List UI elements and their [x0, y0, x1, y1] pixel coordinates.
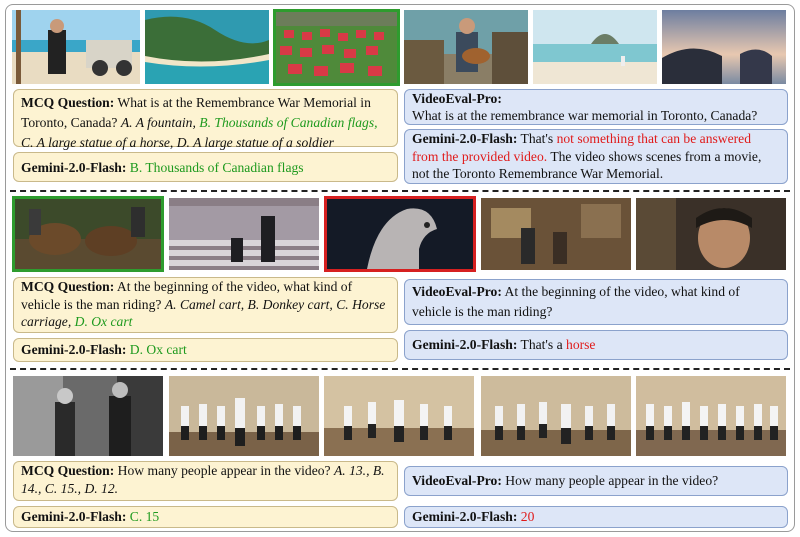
mcq-option-d-correct: D. Ox cart: [74, 314, 133, 329]
frame-beach-man-cart: [12, 10, 140, 84]
gemini-label: Gemini-2.0-Flash:: [21, 342, 127, 357]
gemini-label: Gemini-2.0-Flash:: [412, 337, 518, 352]
frame-tropical-beach: [533, 10, 657, 84]
gemini-mcq-answer-box-1: Gemini-2.0-Flash: B. Thousands of Canadi…: [13, 152, 398, 182]
frame-palace-stairs: [169, 198, 319, 270]
frame-sunset-islands: [662, 10, 786, 84]
mcq-label: MCQ Question:: [21, 95, 115, 110]
frame-ox-cart: [12, 196, 164, 272]
mcq-option-a: A. A fountain,: [120, 115, 196, 130]
mcq-question-text: How many people appear in the video?: [117, 463, 331, 478]
gemini-label: Gemini-2.0-Flash:: [21, 509, 127, 524]
frame-man-closeup: [636, 198, 786, 270]
mcq-question-box-3: MCQ Question: How many people appear in …: [13, 461, 398, 501]
gemini-mcq-answer: D. Ox cart: [129, 342, 187, 357]
frame-interior-scene: [481, 198, 631, 270]
mcq-question-box-1: MCQ Question: What is at the Remembrance…: [13, 89, 398, 150]
frame-dancers-4: [636, 376, 786, 456]
gemini-open-prefix: That's a: [520, 337, 563, 352]
gemini-mcq-answer: B. Thousands of Canadian flags: [129, 160, 304, 175]
gemini-mcq-answer-box-2: Gemini-2.0-Flash: D. Ox cart: [13, 338, 398, 362]
gemini-label: Gemini-2.0-Flash:: [412, 131, 518, 146]
videoeval-question-text: How many people appear in the video?: [505, 473, 719, 488]
videoeval-question-box-1: VideoEval-Pro: What is at the remembranc…: [404, 89, 788, 125]
frame-dancers-1: [169, 376, 319, 456]
mcq-options-cd: C. A large statue of a horse, D. A large…: [21, 135, 334, 150]
videoeval-question-box-3: VideoEval-Pro: How many people appear in…: [404, 466, 788, 496]
gemini-mcq-answer-box-3: Gemini-2.0-Flash: C. 15: [13, 506, 398, 528]
gemini-open-answer-box-2: Gemini-2.0-Flash: That's a horse: [404, 330, 788, 360]
frame-bw-couple: [13, 376, 163, 456]
gemini-open-error: horse: [566, 337, 596, 352]
videoeval-question-text: What is at the remembrance war memorial …: [412, 108, 758, 123]
gemini-open-prefix: That's: [520, 131, 554, 146]
frame-horse: [324, 196, 476, 272]
frame-dancers-2: [324, 376, 474, 456]
videoeval-label: VideoEval-Pro:: [412, 91, 502, 106]
mcq-option-b-correct: B. Thousands of Canadian flags,: [199, 115, 378, 130]
mcq-label: MCQ Question:: [21, 463, 115, 478]
frame-canadian-flags: [273, 9, 400, 86]
frame-dancers-3: [481, 376, 631, 456]
mcq-question-box-2: MCQ Question: At the beginning of the vi…: [13, 277, 398, 333]
mcq-label: MCQ Question:: [21, 279, 115, 294]
videoeval-question-box-2: VideoEval-Pro: At the beginning of the v…: [404, 279, 788, 325]
separator-1: [10, 190, 790, 192]
videoeval-label: VideoEval-Pro:: [412, 284, 502, 299]
videoeval-label: VideoEval-Pro:: [412, 473, 502, 488]
gemini-label: Gemini-2.0-Flash:: [412, 509, 518, 524]
separator-2: [10, 368, 790, 370]
gemini-mcq-answer: C. 15: [129, 509, 160, 524]
gemini-open-answer: 20: [520, 509, 535, 524]
gemini-open-answer-box-3: Gemini-2.0-Flash: 20: [404, 506, 788, 528]
frame-guitar-player: [404, 10, 528, 84]
gemini-open-answer-box-1: Gemini-2.0-Flash: That's not something t…: [404, 129, 788, 184]
gemini-label: Gemini-2.0-Flash:: [21, 160, 127, 175]
frame-island-aerial: [145, 10, 269, 84]
